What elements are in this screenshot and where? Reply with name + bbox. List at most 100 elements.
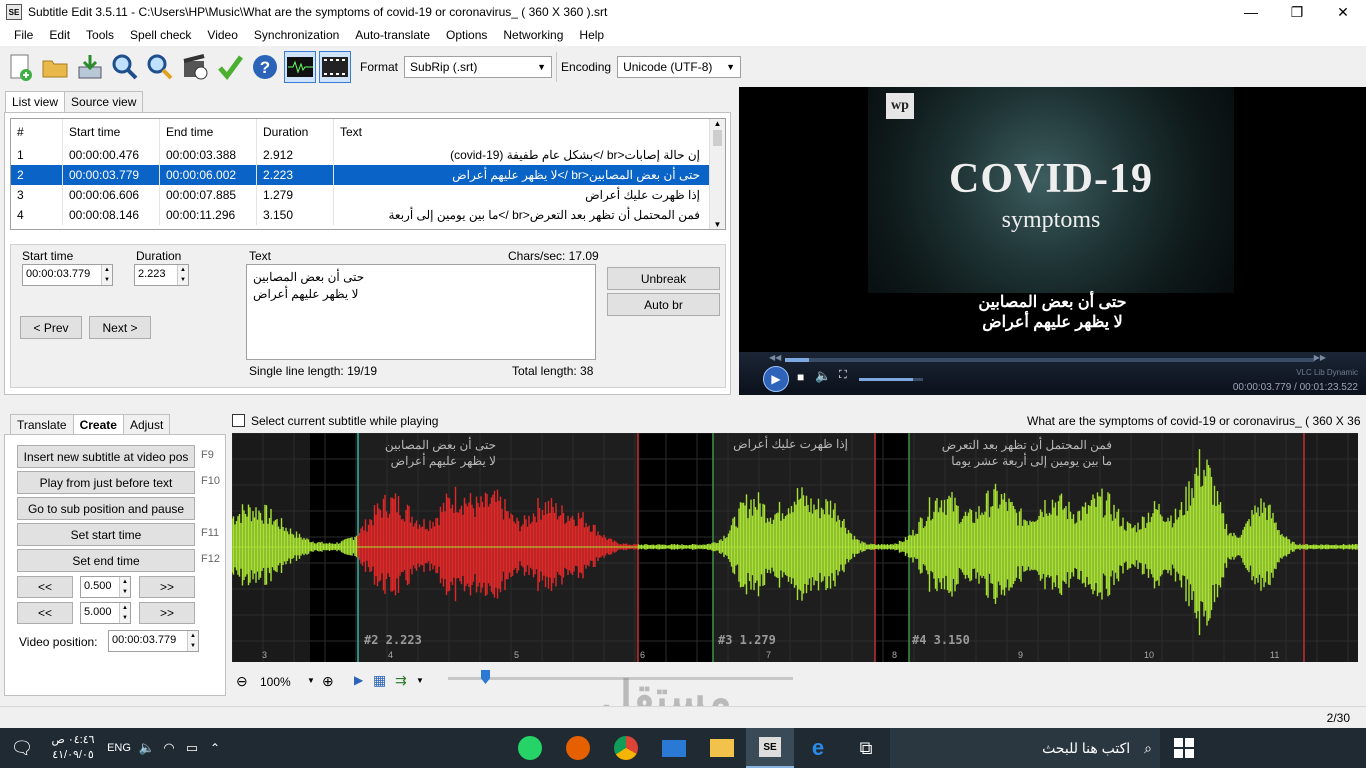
spinner-icon[interactable]: ▲ ▼: [187, 631, 198, 651]
subtitle-edit-taskbar-icon[interactable]: SE: [746, 728, 794, 768]
set-end-time-button[interactable]: Set end time: [17, 549, 195, 572]
step-small-input[interactable]: 0.500 ▲ ▼: [80, 576, 131, 598]
spinner-icon[interactable]: ▲ ▼: [119, 577, 130, 597]
column-header[interactable]: Text: [334, 119, 700, 145]
video-player[interactable]: wp COVID-19 symptoms حتى أن بعض المصابين…: [739, 87, 1366, 395]
menu-tools[interactable]: Tools: [78, 28, 122, 42]
volume-icon[interactable]: 🔈: [815, 368, 831, 384]
waveform[interactable]: حتى أن بعض المصابين لا يظهر عليهم أعراض …: [231, 432, 1358, 662]
column-header[interactable]: Start time: [63, 119, 160, 145]
table-row[interactable]: 1 00:00:00.476 00:00:03.388 2.912 إن حال…: [11, 145, 725, 165]
menu-spell-check[interactable]: Spell check: [122, 28, 199, 42]
prev-button[interactable]: < Prev: [20, 316, 82, 339]
back-half-second-button[interactable]: <<: [17, 576, 73, 598]
menu-synchronization[interactable]: Synchronization: [246, 28, 347, 42]
battery-icon[interactable]: ▭: [180, 728, 204, 768]
subtitle-text-area[interactable]: حتى أن بعض المصابين لا يظهر عليهم أعراض: [246, 264, 596, 360]
format-select[interactable]: SubRip (.srt) ▼: [404, 56, 553, 78]
fullscreen-icon[interactable]: ⛶: [839, 369, 847, 382]
forward-icon[interactable]: ⇉: [395, 672, 407, 689]
save-icon[interactable]: [74, 51, 106, 83]
spinner-icon[interactable]: ▲ ▼: [101, 265, 112, 285]
video-position-input[interactable]: 00:00:03.779 ▲ ▼: [108, 630, 199, 652]
menu-help[interactable]: Help: [571, 28, 612, 42]
column-header[interactable]: Duration: [257, 119, 334, 145]
tab-adjust[interactable]: Adjust: [122, 414, 171, 435]
volume-slider[interactable]: [859, 378, 923, 381]
tab-create[interactable]: Create: [72, 414, 124, 435]
minimize-button[interactable]: —: [1228, 0, 1274, 24]
slider-thumb[interactable]: [481, 670, 490, 684]
stop-icon[interactable]: ■: [797, 370, 804, 384]
duration-input[interactable]: 2.223 ▲ ▼: [134, 264, 189, 286]
tab-list-view[interactable]: List view: [5, 91, 66, 112]
windows-start-icon[interactable]: [1160, 728, 1208, 768]
find-icon[interactable]: [109, 51, 141, 83]
select-current-checkbox[interactable]: [232, 414, 245, 427]
grid-icon[interactable]: ▦: [373, 672, 386, 689]
zoom-out-icon[interactable]: ⊖: [236, 673, 248, 690]
insert-subtitle-button[interactable]: Insert new subtitle at video pos: [17, 445, 195, 468]
scroll-thumb[interactable]: [713, 130, 722, 146]
menu-video[interactable]: Video: [199, 28, 245, 42]
set-start-time-button[interactable]: Set start time: [17, 523, 195, 546]
table-row-selected[interactable]: 2 00:00:03.779 00:00:06.002 2.223 حتى أن…: [11, 165, 725, 185]
chrome-icon[interactable]: [602, 728, 650, 768]
chevron-down-icon[interactable]: ▼: [307, 676, 315, 685]
edge-icon[interactable]: e: [794, 728, 842, 768]
back-five-seconds-button[interactable]: <<: [17, 602, 73, 624]
encoding-select[interactable]: Unicode (UTF-8) ▼: [617, 56, 742, 78]
spinner-icon[interactable]: ▲ ▼: [119, 603, 130, 623]
menu-edit[interactable]: Edit: [41, 28, 78, 42]
start-time-input[interactable]: 00:00:03.779 ▲ ▼: [22, 264, 113, 286]
play-before-text-button[interactable]: Play from just before text: [17, 471, 195, 494]
firefox-icon[interactable]: [554, 728, 602, 768]
chevron-up-icon[interactable]: ⌃: [204, 728, 226, 768]
waveform-toggle-icon[interactable]: [284, 51, 316, 83]
unbreak-button[interactable]: Unbreak: [607, 267, 720, 290]
video-progress-bar[interactable]: [785, 358, 1315, 362]
new-file-icon[interactable]: [4, 51, 36, 83]
language-indicator[interactable]: ENG: [102, 742, 136, 754]
go-to-sub-button[interactable]: Go to sub position and pause: [17, 497, 195, 520]
auto-br-button[interactable]: Auto br: [607, 293, 720, 316]
table-row[interactable]: 3 00:00:06.606 00:00:07.885 1.279 إذا ظه…: [11, 185, 725, 205]
menu-networking[interactable]: Networking: [495, 28, 571, 42]
menu-options[interactable]: Options: [438, 28, 495, 42]
grid-scrollbar[interactable]: ▲ ▼: [709, 119, 725, 229]
file-explorer-icon[interactable]: [698, 728, 746, 768]
next-button[interactable]: Next >: [89, 316, 151, 339]
task-view-icon[interactable]: ⧉: [842, 728, 890, 768]
zoom-level[interactable]: 100%: [260, 675, 291, 689]
speaker-icon[interactable]: 🔈: [136, 728, 158, 768]
forward-five-seconds-button[interactable]: >>: [139, 602, 195, 624]
menu-file[interactable]: File: [6, 28, 41, 42]
column-header[interactable]: End time: [160, 119, 257, 145]
clock[interactable]: ٠٤:٤٦ ص ٤١/٠٩/٠٥: [44, 733, 102, 763]
whatsapp-icon[interactable]: [506, 728, 554, 768]
table-row[interactable]: 4 00:00:08.146 00:00:11.296 3.150 فمن ال…: [11, 205, 725, 225]
spell-check-icon[interactable]: [214, 51, 246, 83]
notification-icon[interactable]: 🗨: [0, 728, 44, 768]
mail-icon[interactable]: [650, 728, 698, 768]
close-button[interactable]: ✕: [1320, 0, 1366, 24]
forward-half-second-button[interactable]: >>: [139, 576, 195, 598]
chevron-down-icon[interactable]: ▼: [416, 676, 424, 685]
rewind-icon[interactable]: ◀◀: [769, 353, 781, 362]
replace-icon[interactable]: [144, 51, 176, 83]
column-header[interactable]: #: [11, 119, 63, 145]
wifi-icon[interactable]: ◠: [158, 728, 180, 768]
help-icon[interactable]: ?: [249, 51, 281, 83]
play-icon[interactable]: ▶: [354, 673, 363, 687]
fast-forward-icon[interactable]: ▶▶: [1314, 353, 1326, 362]
spinner-icon[interactable]: ▲ ▼: [177, 265, 188, 285]
zoom-in-icon[interactable]: ⊕: [322, 673, 334, 690]
open-folder-icon[interactable]: [39, 51, 71, 83]
maximize-button[interactable]: ❐: [1274, 0, 1320, 24]
scroll-down-icon[interactable]: ▼: [710, 220, 725, 229]
menu-auto-translate[interactable]: Auto-translate: [347, 28, 438, 42]
tab-translate[interactable]: Translate: [10, 414, 74, 435]
step-large-input[interactable]: 5.000 ▲ ▼: [80, 602, 131, 624]
visual-sync-icon[interactable]: [179, 51, 211, 83]
video-toggle-icon[interactable]: [319, 51, 351, 83]
